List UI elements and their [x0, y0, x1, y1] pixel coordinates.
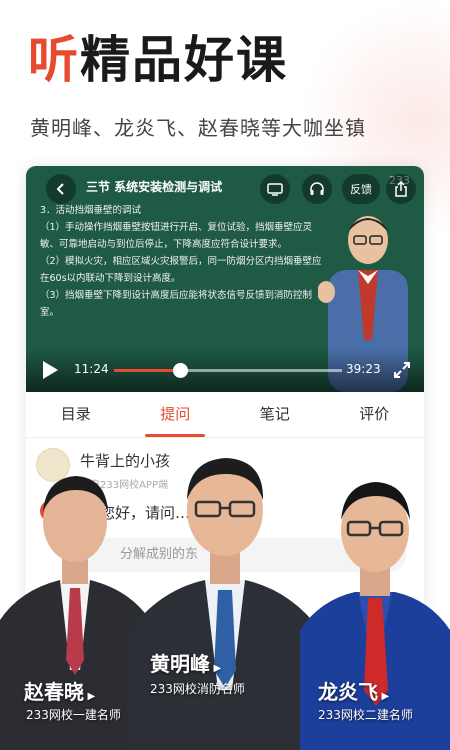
- teacher-title: 233网校一建名师: [26, 708, 121, 722]
- teacher-name-text: 龙炎飞: [318, 680, 378, 704]
- board-line: （3）挡烟垂壁下降到设计高度后应能将状态信号反馈到消防控制室。: [40, 290, 313, 318]
- play-icon[interactable]: [40, 360, 60, 380]
- chevron-left-icon: [56, 183, 64, 195]
- headphones-icon: [310, 182, 324, 195]
- total-time: 39:23: [346, 362, 381, 376]
- progress-track[interactable]: [114, 363, 342, 378]
- tab-reviews[interactable]: 评价: [325, 392, 425, 437]
- page-headline: 听精品好课: [28, 28, 288, 92]
- teacher-name: 龙炎飞 ▶: [318, 676, 389, 705]
- teacher-title: 233网校二建名师: [318, 708, 413, 722]
- page-subheading: 黄明峰、龙炎飞、赵春晓等大咖坐镇: [30, 116, 366, 140]
- cast-tv-button[interactable]: [260, 174, 290, 204]
- progress-fill: [114, 369, 181, 372]
- current-time: 11:24: [74, 362, 109, 376]
- board-line: （2）模拟火灾，相应区域火灾报警后，同一防烟分区内挡烟垂壁应在60s以内联动下降…: [40, 256, 322, 284]
- video-player[interactable]: 三节 系统安装检测与调试 233 3．活动挡烟垂壁的调试 （1）手动操作挡烟垂壁…: [26, 166, 424, 392]
- teacher-figure-left: [0, 476, 150, 750]
- board-line: （1）手动操作挡烟垂壁按钮进行开启、复位试验，挡烟垂壁应灵敏、可靠地启动与到位后…: [40, 222, 313, 250]
- board-text: 3．活动挡烟垂壁的调试 （1）手动操作挡烟垂壁按钮进行开启、复位试验，挡烟垂壁应…: [40, 202, 322, 321]
- play-arrow-icon: ▶: [210, 663, 222, 674]
- share-button[interactable]: [386, 174, 416, 204]
- tv-icon: [267, 183, 283, 196]
- player-controls: 11:24 39:23: [26, 348, 424, 392]
- teacher-name: 黄明峰 ▶: [150, 648, 221, 677]
- back-button[interactable]: [46, 174, 76, 204]
- play-arrow-icon: ▶: [378, 691, 390, 702]
- teacher-name: 赵春晓 ▶: [24, 676, 95, 705]
- play-arrow-icon: ▶: [84, 691, 96, 702]
- fullscreen-icon[interactable]: [392, 360, 412, 380]
- teacher-name-text: 黄明峰: [150, 652, 210, 676]
- feedback-button[interactable]: 反馈: [342, 174, 380, 204]
- headline-accent: 听: [28, 31, 80, 89]
- audio-mode-button[interactable]: [302, 174, 332, 204]
- board-line: 3．活动挡烟垂壁的调试: [40, 205, 142, 216]
- share-icon: [395, 181, 407, 197]
- tab-catalog[interactable]: 目录: [26, 392, 126, 437]
- board-title: 三节 系统安装检测与调试: [86, 180, 223, 194]
- teacher-name-text: 赵春晓: [24, 680, 84, 704]
- teacher-title: 233网校消防名师: [150, 682, 245, 696]
- progress-knob[interactable]: [173, 363, 189, 378]
- headline-text: 精品好课: [80, 31, 288, 89]
- teacher-figure-center: [130, 458, 320, 750]
